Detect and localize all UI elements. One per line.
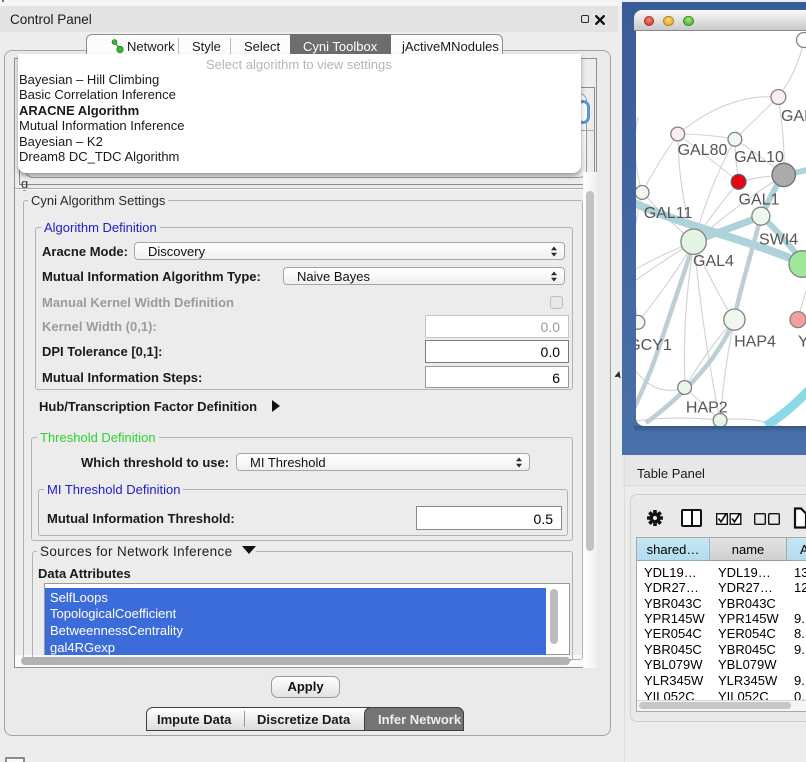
svg-text:SWI4: SWI4: [759, 232, 798, 249]
svg-text:GAL11: GAL11: [644, 205, 693, 222]
svg-text:HAP4: HAP4: [734, 334, 776, 351]
svg-text:GAL1: GAL1: [739, 192, 780, 209]
svg-text:GAL10: GAL10: [734, 149, 784, 166]
svg-text:GAL2: GAL2: [781, 108, 806, 125]
svg-text:GAL80: GAL80: [678, 142, 728, 159]
svg-text:HAP2: HAP2: [686, 400, 728, 417]
svg-text:GCY1: GCY1: [636, 337, 672, 354]
svg-text:GAL4: GAL4: [693, 253, 734, 270]
svg-text:YM: YM: [798, 334, 806, 351]
